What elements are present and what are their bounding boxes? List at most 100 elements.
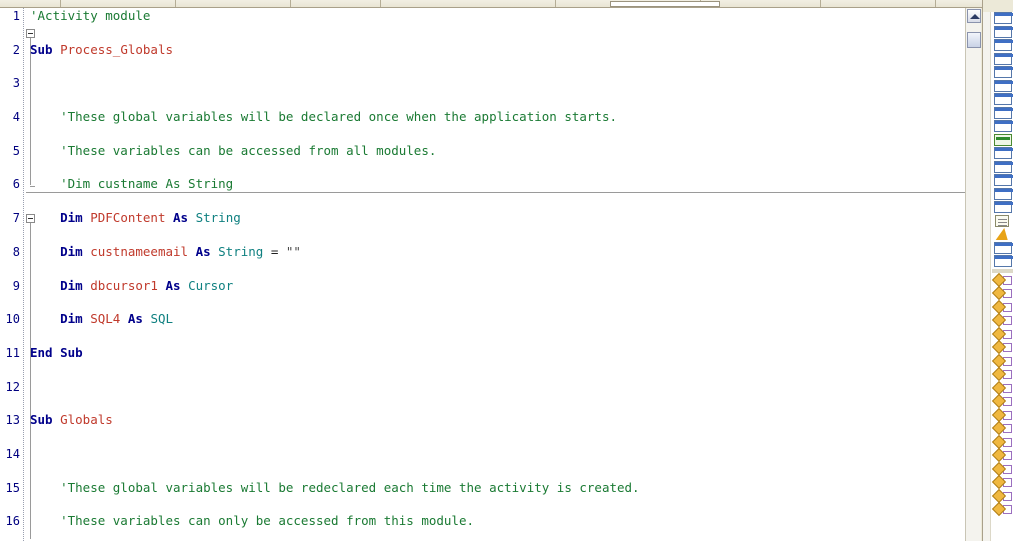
code-token: ""	[285, 243, 301, 259]
members-panel-item[interactable]	[994, 52, 1013, 66]
members-panel-item[interactable]	[991, 501, 1013, 517]
code-line[interactable]: 9 Dim dbcursor1 As Cursor	[0, 278, 965, 295]
members-panel-item[interactable]	[991, 272, 1013, 287]
code-line[interactable]: 12	[0, 379, 965, 396]
line-content[interactable]: Dim custnameemail As String = ""	[30, 244, 301, 261]
members-panel-item[interactable]	[994, 25, 1013, 39]
members-panel-item[interactable]	[991, 299, 1013, 314]
members-panel-item[interactable]	[994, 174, 1013, 187]
toolbar-separator	[380, 0, 381, 7]
code-token: =	[263, 243, 286, 259]
line-number: 13	[5, 413, 20, 428]
members-panel-item[interactable]	[994, 79, 1013, 93]
code-line[interactable]: 11 End Sub	[0, 345, 965, 362]
module-icon	[994, 106, 1013, 119]
code-token: 'These variables can only be accessed fr…	[30, 513, 475, 529]
members-panel[interactable]	[982, 0, 1013, 541]
members-panel-item[interactable]	[994, 120, 1013, 133]
vertical-scrollbar[interactable]	[965, 8, 981, 541]
members-panel-item[interactable]	[994, 241, 1013, 255]
code-line[interactable]: 6 'Dim custname As String	[0, 176, 965, 193]
members-panel-item[interactable]	[994, 160, 1013, 174]
code-line[interactable]: 10 Dim SQL4 As SQL	[0, 311, 965, 328]
members-panel-item[interactable]	[991, 474, 1013, 490]
members-panel-item[interactable]	[991, 461, 1013, 476]
members-panel-item[interactable]	[991, 393, 1013, 409]
members-panel-item[interactable]	[994, 12, 1013, 25]
line-content[interactable]: 'Dim custname As String	[30, 176, 233, 193]
line-content[interactable]: Dim PDFContent As String	[30, 210, 241, 227]
members-panel-item[interactable]	[994, 147, 1013, 160]
code-editor-pane[interactable]: 1 'Activity module 2 Sub Process_Globals 3 4…	[0, 8, 965, 541]
code-token: PDFContent	[90, 210, 174, 226]
code-line[interactable]: 1 'Activity module	[0, 8, 965, 25]
code-line[interactable]: 2 Sub Process_Globals	[0, 42, 965, 59]
line-content[interactable]: 'These global variables will be redeclar…	[30, 480, 639, 497]
code-token: As	[127, 311, 151, 327]
members-panel-item[interactable]	[994, 39, 1013, 52]
members-panel-item[interactable]	[991, 420, 1013, 436]
members-panel-item[interactable]	[991, 326, 1013, 341]
members-panel-item[interactable]	[991, 447, 1013, 463]
members-panel-item[interactable]	[994, 255, 1013, 268]
members-panel-item[interactable]	[991, 366, 1013, 382]
members-panel-item[interactable]	[991, 285, 1013, 301]
code-lines[interactable]: 1 'Activity module 2 Sub Process_Globals 3 4…	[0, 8, 965, 541]
line-content[interactable]: 'Activity module	[30, 8, 150, 25]
module-icon	[994, 25, 1013, 38]
line-number: 6	[12, 177, 20, 192]
toolbar	[0, 0, 1013, 8]
line-content[interactable]: 'These variables can be accessed from al…	[30, 143, 436, 160]
code-line[interactable]: 16 'These variables can only be accessed…	[0, 513, 965, 530]
members-panel-item[interactable]	[991, 339, 1013, 355]
members-panel-item[interactable]	[994, 106, 1013, 120]
members-panel-list[interactable]	[991, 12, 1013, 541]
line-content[interactable]: 'These variables can only be accessed fr…	[30, 513, 474, 530]
members-panel-item[interactable]	[994, 93, 1013, 106]
toolbar-separator	[175, 0, 176, 7]
members-panel-item[interactable]	[991, 312, 1013, 328]
members-panel-item[interactable]	[991, 434, 1013, 449]
code-line[interactable]: 3	[0, 75, 965, 92]
members-panel-item[interactable]	[991, 353, 1013, 368]
scrollbar-track[interactable]	[966, 38, 982, 498]
members-panel-item[interactable]	[994, 214, 1013, 228]
line-content[interactable]	[30, 446, 38, 463]
members-panel-item[interactable]	[994, 228, 1013, 241]
line-content[interactable]: Dim dbcursor1 As Cursor	[30, 278, 233, 295]
members-panel-item[interactable]	[991, 407, 1013, 422]
scroll-up-button[interactable]	[967, 9, 981, 23]
members-panel-item[interactable]	[991, 380, 1013, 395]
code-token: 'Dim custname As String	[30, 176, 234, 192]
members-panel-item[interactable]	[994, 66, 1013, 79]
members-panel-item[interactable]	[991, 488, 1013, 503]
line-content[interactable]	[30, 75, 38, 92]
module-icon	[994, 174, 1013, 186]
code-line[interactable]: 7 Dim PDFContent As String	[0, 210, 965, 227]
members-panel-scrollbar[interactable]	[983, 12, 991, 541]
code-line[interactable]: 15 'These global variables will be redec…	[0, 480, 965, 497]
line-number: 12	[5, 379, 20, 394]
code-token: 'These variables can be accessed from al…	[30, 142, 437, 158]
code-line[interactable]: 4 'These global variables will be declar…	[0, 109, 965, 126]
members-panel-item[interactable]	[994, 133, 1013, 147]
line-content[interactable]: Sub Globals	[30, 412, 113, 429]
members-panel-item[interactable]	[994, 187, 1013, 201]
code-token: As	[173, 210, 196, 226]
code-token: String	[218, 243, 264, 259]
code-line[interactable]: 8 Dim custnameemail As String = ""	[0, 244, 965, 261]
line-content[interactable]: End Sub	[30, 345, 83, 362]
toolbar-search-field[interactable]	[610, 1, 720, 7]
code-line[interactable]: 5 'These variables can be accessed from …	[0, 143, 965, 160]
line-content[interactable]: Sub Process_Globals	[30, 42, 173, 59]
line-content[interactable]	[30, 379, 38, 396]
module-icon	[994, 147, 1013, 159]
line-content[interactable]: 'These global variables will be declared…	[30, 109, 617, 126]
code-line[interactable]: 14	[0, 446, 965, 463]
code-line[interactable]: 13 Sub Globals	[0, 412, 965, 429]
members-panel-item[interactable]	[994, 201, 1013, 214]
code-token: String	[195, 210, 241, 226]
line-content[interactable]: Dim SQL4 As SQL	[30, 311, 173, 328]
fold-toggle[interactable]	[26, 28, 35, 38]
code-token: Process_Globals	[60, 41, 173, 57]
